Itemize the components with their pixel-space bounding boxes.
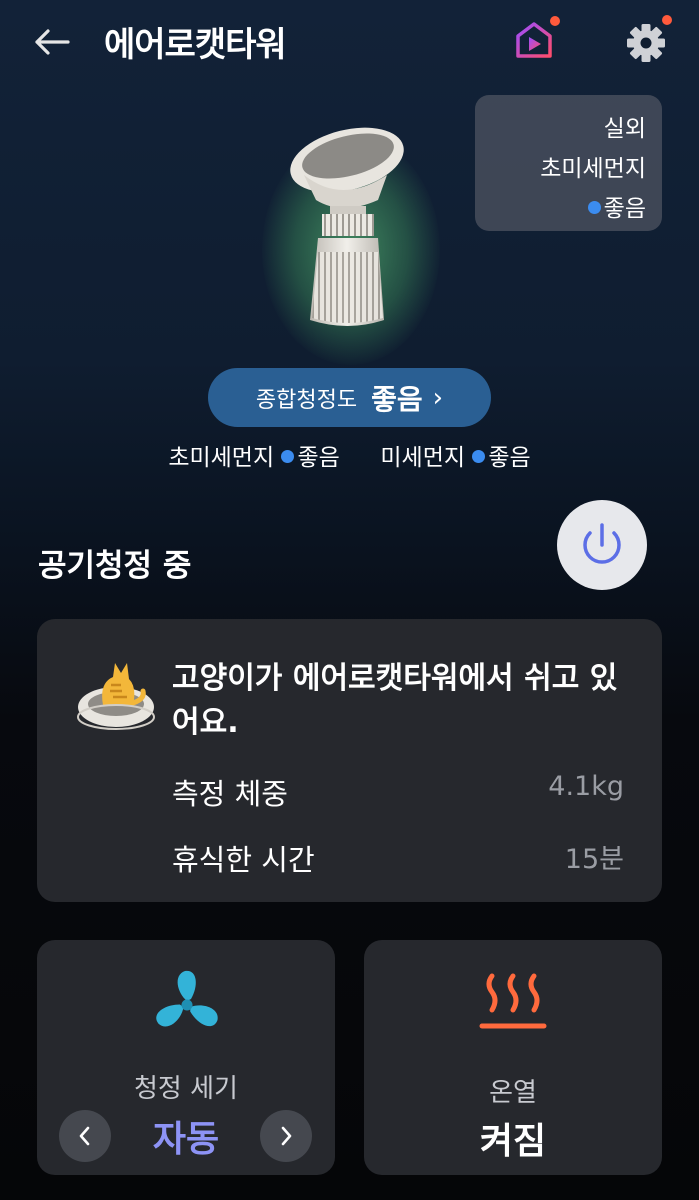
- weight-label: 측정 체중: [172, 777, 288, 811]
- notification-dot: [662, 15, 672, 25]
- screen: 에어로캣타워 실외 초미세먼지 좋음 종합청정도 좋음 › 초미세먼지 좋음 미…: [0, 0, 699, 1200]
- settings-button[interactable]: [622, 15, 672, 64]
- pm10-value: 좋음: [488, 445, 531, 471]
- pm25-label: 초미세먼지: [168, 445, 275, 471]
- power-button[interactable]: [557, 500, 647, 590]
- outdoor-status: 좋음: [475, 189, 646, 229]
- outdoor-pm25-label: 초미세먼지: [540, 156, 646, 182]
- rest-time-value: 15분: [564, 844, 624, 875]
- dust-status-line: 초미세먼지 좋음 미세먼지 좋음: [0, 438, 699, 472]
- weight-value: 4.1kg: [548, 771, 624, 802]
- status-dot-icon: [472, 450, 486, 463]
- chevron-left-icon: [79, 1126, 90, 1146]
- notification-dot: [550, 16, 560, 26]
- page-title: 에어로캣타워: [104, 25, 287, 65]
- air-purifier-image: [290, 127, 404, 326]
- operation-status: 공기청정 중: [38, 548, 192, 584]
- rest-time-row: 휴식한 시간 15분: [172, 837, 624, 879]
- heating-value: 켜짐: [479, 1121, 547, 1162]
- cat-message: 고양이가 에어로캣타워에서 쉬고 있어요.: [172, 661, 618, 740]
- heating-label: 온열: [489, 1078, 537, 1108]
- overall-quality-button[interactable]: 종합청정도 좋음 ›: [208, 368, 491, 427]
- heat-waves-icon: [479, 973, 547, 1029]
- weight-row: 측정 체중 4.1kg: [172, 771, 624, 813]
- cat-bowl-icon: [77, 663, 155, 730]
- pm25-value: 좋음: [297, 445, 340, 471]
- cat-status-card: 고양이가 에어로캣타워에서 쉬고 있어요. 측정 체중 4.1kg 휴식한 시간…: [37, 619, 662, 902]
- outdoor-status-value: 좋음: [603, 196, 646, 222]
- back-arrow-icon: [35, 29, 70, 55]
- pm10-label: 미세먼지: [380, 445, 466, 471]
- chevron-right-icon: [281, 1126, 292, 1146]
- outdoor-label: 실외: [603, 116, 646, 142]
- quality-value: 좋음: [371, 382, 423, 416]
- heating-card[interactable]: 온열 켜짐: [364, 940, 662, 1175]
- quality-label: 종합청정도: [255, 387, 358, 413]
- outdoor-air-panel[interactable]: 실외 초미세먼지 좋음: [475, 95, 662, 231]
- fan-speed-next-button[interactable]: [260, 1110, 312, 1162]
- status-dot-icon: [281, 450, 295, 463]
- fan-speed-prev-button[interactable]: [59, 1110, 111, 1162]
- fan-speed-card[interactable]: 청정 세기 자동: [37, 940, 335, 1175]
- rest-time-label: 휴식한 시간: [172, 843, 315, 877]
- fan-speed-label: 청정 세기: [134, 1074, 238, 1104]
- status-dot-icon: [587, 201, 601, 214]
- chevron-right-icon: ›: [432, 382, 444, 413]
- media-button[interactable]: [512, 16, 562, 62]
- back-button[interactable]: [28, 20, 76, 64]
- fan-icon: [156, 970, 218, 1027]
- gear-icon: [627, 24, 665, 62]
- power-icon: [583, 523, 621, 564]
